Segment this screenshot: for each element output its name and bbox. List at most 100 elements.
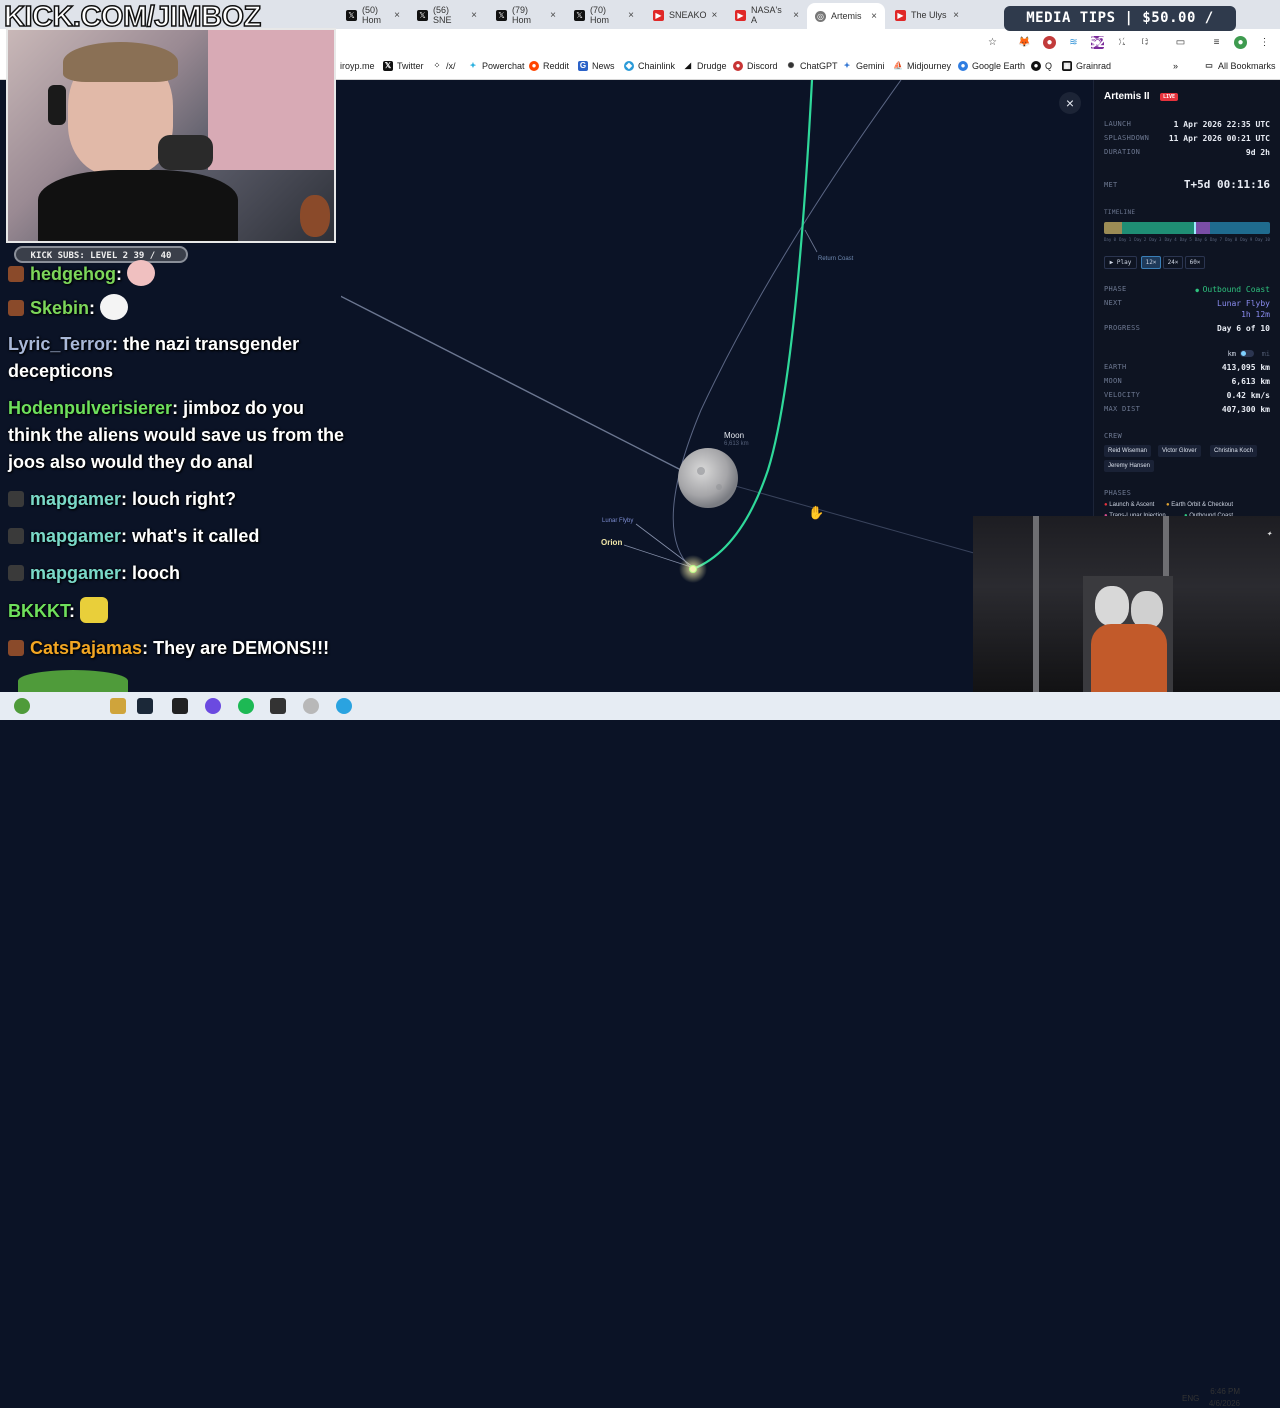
bookmark-x-board[interactable]: ⁘/x/ xyxy=(432,61,456,71)
close-tab-icon[interactable]: × xyxy=(628,10,634,21)
phase-dot-icon: ● xyxy=(1195,287,1203,294)
star-icon[interactable]: ☆ xyxy=(986,36,999,49)
pepe-overlay-icon xyxy=(18,670,128,692)
close-tab-icon[interactable]: × xyxy=(394,10,400,21)
bookmark-drudge[interactable]: ◢ Drudge xyxy=(683,61,727,71)
timeline-bar[interactable] xyxy=(1104,222,1270,234)
tab-nasa[interactable]: ▶ NASA's A × xyxy=(727,4,807,26)
speed-12x-button[interactable]: 12× xyxy=(1141,256,1161,269)
file-explorer-icon[interactable] xyxy=(110,698,126,714)
close-tab-icon[interactable]: × xyxy=(793,10,799,21)
bookmark-chainlink[interactable]: ◆ Chainlink xyxy=(624,61,675,71)
gemini-icon: ✦ xyxy=(843,61,851,70)
tab-x-home-2[interactable]: 𝕏 (56) SNE × xyxy=(409,4,485,26)
play-button[interactable]: ▶ Play xyxy=(1104,256,1137,269)
terminal-icon[interactable] xyxy=(172,698,188,714)
phase-item: ● Launch & Ascent xyxy=(1104,502,1155,508)
pepe-tray-icon xyxy=(14,698,30,714)
profile-avatar-icon[interactable]: ● xyxy=(1234,36,1247,49)
bookmark-gemini[interactable]: ✦ Gemini xyxy=(842,61,885,71)
tab-ulysses[interactable]: ▶ The Ulys × xyxy=(887,4,967,26)
youtube-logo-icon: ▶ xyxy=(653,9,664,21)
extension-icon[interactable]: ● xyxy=(1043,36,1056,49)
lunar-flyby-label: Lunar Flyby xyxy=(602,518,634,524)
news-icon: G xyxy=(578,61,588,71)
phase-label: PHASE xyxy=(1104,285,1127,293)
hand-cursor-icon: ✋ xyxy=(808,505,824,520)
app-icon[interactable] xyxy=(270,698,286,714)
nasa-video-pip[interactable]: ✦ xyxy=(973,516,1280,692)
cast-icon[interactable]: ▭ xyxy=(1174,36,1187,49)
chat-message: mapgamer: what's it called xyxy=(8,523,348,550)
crew-chip: Reid Wiseman xyxy=(1104,445,1152,457)
telegram-icon[interactable] xyxy=(336,698,352,714)
bookmark-news[interactable]: G News xyxy=(578,61,615,71)
moon-body[interactable] xyxy=(678,448,738,508)
obs-icon[interactable] xyxy=(205,698,221,714)
bookmark-discord[interactable]: ● Discord xyxy=(733,61,778,71)
close-tab-icon[interactable]: × xyxy=(471,10,477,21)
channel-url: KICK.COM/JIMBOZ xyxy=(3,0,262,34)
tab-artemis[interactable]: ◎ Artemis × xyxy=(807,3,885,29)
bookmark-reddit[interactable]: ● Reddit xyxy=(529,61,569,71)
astronaut-suits xyxy=(1091,624,1167,692)
close-tab-icon[interactable]: × xyxy=(550,10,556,21)
ghost-emote-icon xyxy=(100,294,129,320)
bookmark-iroyp[interactable]: iroyp.me xyxy=(340,61,375,71)
steam-icon[interactable] xyxy=(137,698,153,714)
clock-date[interactable]: 4/6/2026 xyxy=(1204,1399,1240,1408)
timeline-label: TIMELINE xyxy=(1104,209,1136,216)
chatgpt-icon: ✺ xyxy=(787,61,795,70)
moon-dist-label: MOON xyxy=(1104,377,1123,385)
metamask-icon[interactable]: 🦊 xyxy=(1018,36,1031,49)
bookmark-powerchat[interactable]: ✦ Powerchat xyxy=(468,61,525,71)
tab-x-home-3[interactable]: 𝕏 (79) Hom × xyxy=(488,4,564,26)
x-logo-icon: 𝕏 xyxy=(383,61,393,71)
close-tab-icon[interactable]: × xyxy=(953,10,959,21)
earth-label: EARTH xyxy=(1104,363,1127,371)
youtube-logo-icon: ▶ xyxy=(735,9,746,21)
pepe-emote-icon xyxy=(127,260,155,286)
menu-kebab-icon[interactable]: ⋮ xyxy=(1258,36,1271,49)
next-value: Lunar Flyby xyxy=(1217,299,1270,308)
moon-dist-value: 6,613 km xyxy=(1231,377,1270,386)
orion-spacecraft[interactable] xyxy=(689,565,697,573)
media-tips-bar: MEDIA TIPS | $50.00 / $200.00 xyxy=(1004,6,1236,51)
clock-time[interactable]: 6:46 PM xyxy=(1210,1387,1240,1396)
unit-km-label: km xyxy=(1227,350,1236,358)
speed-24x-button[interactable]: 24× xyxy=(1163,256,1183,269)
tab-sneako[interactable]: ▶ SNEAKO × xyxy=(645,4,725,26)
chainlink-icon: ◆ xyxy=(624,61,634,71)
speed-60x-button[interactable]: 60× xyxy=(1185,256,1205,269)
close-tab-icon[interactable]: × xyxy=(871,11,877,22)
velocity-value: 0.42 km/s xyxy=(1226,391,1270,400)
bookmark-twitter[interactable]: 𝕏 Twitter xyxy=(383,61,424,71)
webcam-feed xyxy=(6,28,336,243)
bookmark-grainrad[interactable]: ▦ Grainrad xyxy=(1062,61,1111,71)
splashdown-label: SPLASHDOWN xyxy=(1104,134,1150,142)
close-tab-icon[interactable]: × xyxy=(712,10,718,21)
taskbar: ENG 6:46 PM 4/6/2026 xyxy=(0,692,1280,1408)
tab-x-home-1[interactable]: 𝕏 (50) Hom × xyxy=(338,4,408,26)
bookmark-q[interactable]: ● Q xyxy=(1031,61,1052,71)
tab-x-home-4[interactable]: 𝕏 (70) Hom × xyxy=(566,4,642,26)
language-indicator[interactable]: ENG xyxy=(1182,1394,1199,1403)
bookmarks-overflow-icon[interactable]: » xyxy=(1173,61,1178,71)
return-coast-leader xyxy=(804,229,818,253)
met-value: T+5d 00:11:16 xyxy=(1183,178,1270,191)
q-icon: ● xyxy=(1031,61,1041,71)
bookmark-chatgpt[interactable]: ✺ ChatGPT xyxy=(786,61,838,71)
all-bookmarks[interactable]: ▭ All Bookmarks xyxy=(1204,61,1275,71)
downloads-icon[interactable]: ≡ xyxy=(1210,36,1223,49)
skull-icon[interactable] xyxy=(303,698,319,714)
moon-crater xyxy=(697,467,705,475)
bookmark-midjourney[interactable]: ⛵ Midjourney xyxy=(893,61,951,71)
unit-toggle[interactable] xyxy=(1240,350,1254,357)
moon-crater xyxy=(716,484,722,490)
splashdown-value: 11 Apr 2026 00:21 UTC xyxy=(1168,134,1270,143)
wave-icon[interactable]: ≋ xyxy=(1067,36,1080,49)
x-logo-icon: 𝕏 xyxy=(346,9,357,21)
bookmark-google-earth[interactable]: ● Google Earth xyxy=(958,61,1025,71)
close-button[interactable]: × xyxy=(1059,92,1081,114)
spotify-icon[interactable] xyxy=(238,698,254,714)
